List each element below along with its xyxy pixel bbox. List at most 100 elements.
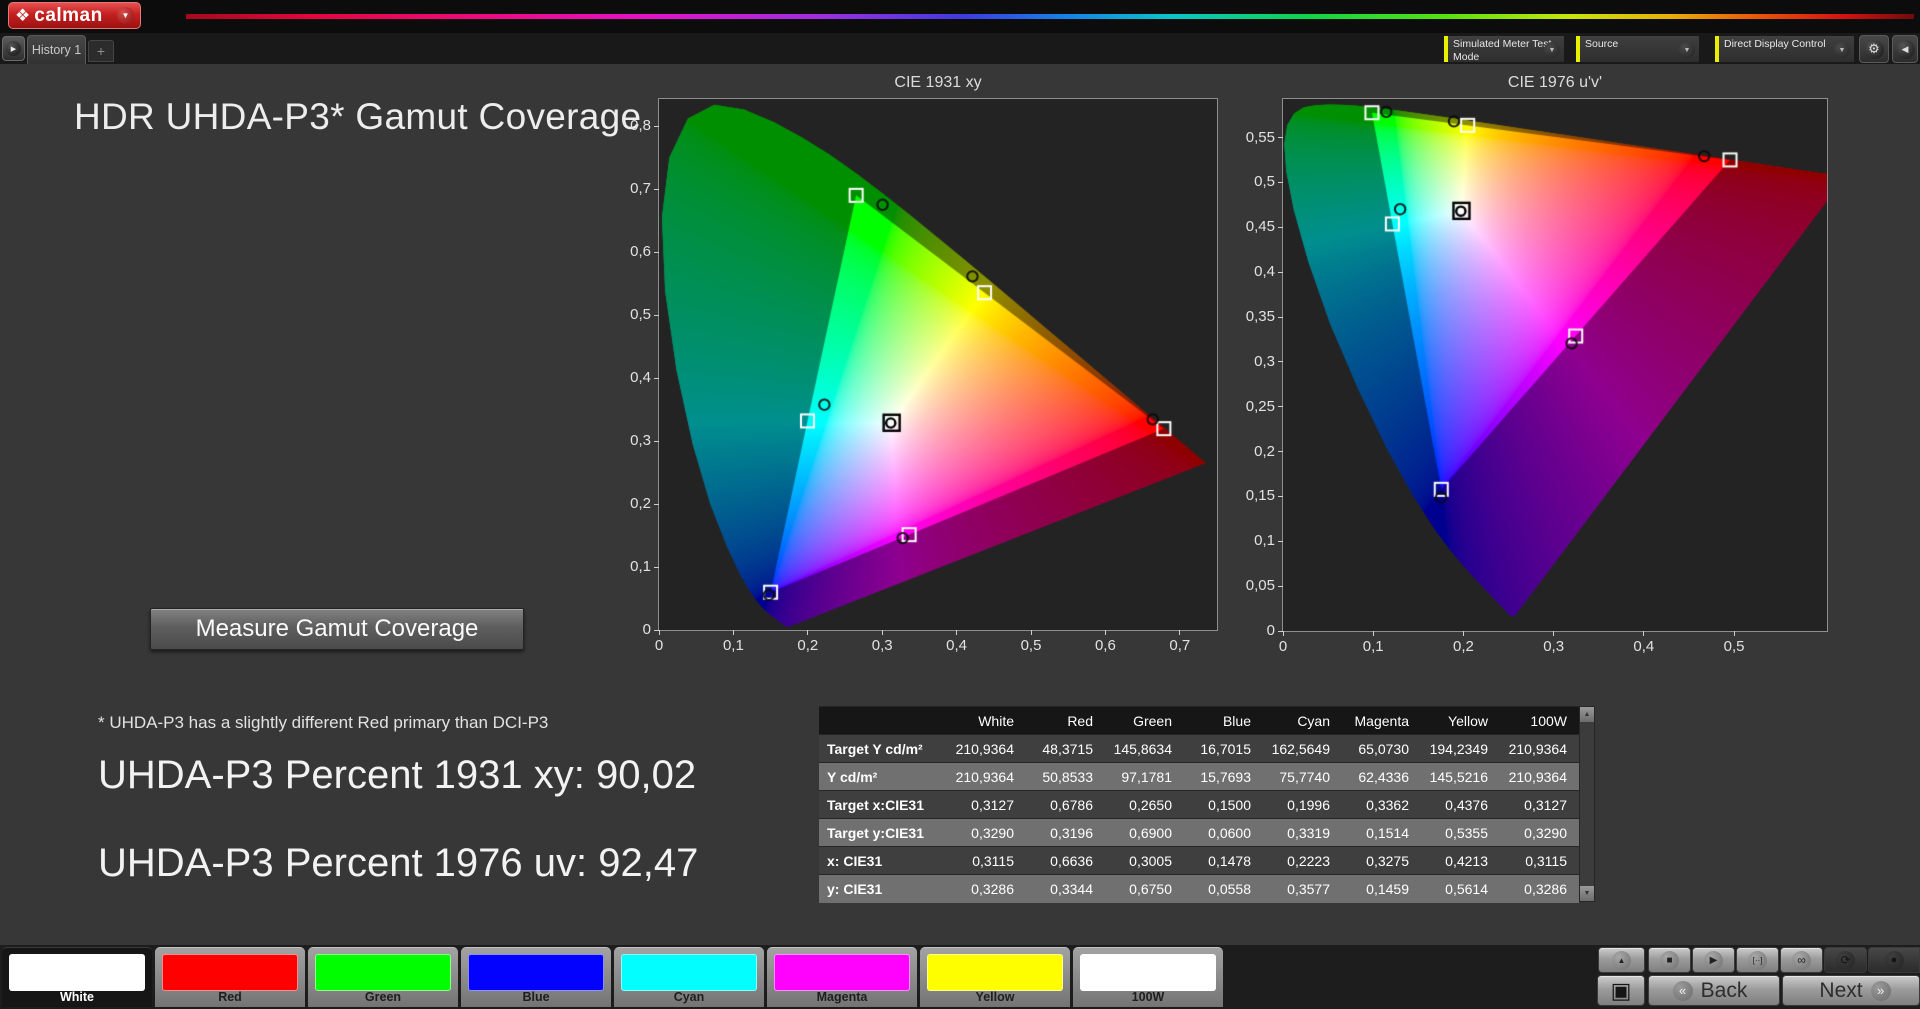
x-axis-tick-label: 0,2 — [797, 637, 819, 654]
scroll-up-button[interactable]: ▲ — [1598, 947, 1645, 973]
color-patch — [774, 954, 910, 991]
x-axis-tick-label: 0,5 — [1723, 638, 1745, 655]
table-cell: 0,3290 — [1500, 818, 1579, 847]
add-tab-button[interactable]: + — [88, 40, 114, 62]
y-axis-tick-label: 0,45 — [1245, 218, 1275, 236]
column-header-cyan: Cyan — [1263, 706, 1342, 735]
x-axis-tick — [1733, 631, 1735, 636]
refresh-icon: ⟳ — [1836, 950, 1855, 970]
y-axis-tick-label: 0,2 — [630, 495, 651, 513]
table-cell: 0,4376 — [1421, 790, 1500, 819]
swatch-tab-cyan[interactable]: Cyan — [614, 947, 764, 1007]
x-axis-tick-label: 0 — [654, 637, 664, 654]
swatch-tab-white[interactable]: White — [2, 947, 152, 1007]
table-cell: 0,1514 — [1342, 818, 1421, 847]
row-label: Y cd/m² — [819, 762, 947, 791]
cie-1931-xy-diagram: 0 0,1 0,2 0,3 0,4 0,5 0,6 0,7 0 0,1 0,2 0,3 0,4 0,5 0,… — [630, 98, 1218, 654]
logo-menu-chevron-icon[interactable]: ▼ — [117, 7, 134, 24]
y-axis-tick — [654, 503, 659, 505]
next-button[interactable]: Next » — [1782, 975, 1920, 1006]
collapse-panel-button[interactable]: ◀ — [1892, 35, 1918, 63]
color-patch — [162, 954, 298, 991]
x-axis-tick-label: 0,4 — [1633, 638, 1655, 655]
swatch-tab-100w[interactable]: 100W — [1073, 947, 1223, 1007]
record-icon: ● — [1884, 950, 1904, 970]
continuous-measure-button[interactable]: ∞ — [1780, 947, 1823, 973]
infinity-icon: ∞ — [1792, 950, 1811, 970]
table-cell: 0,6786 — [1026, 790, 1105, 819]
tab-history-1[interactable]: History 1 — [27, 35, 86, 64]
single-read-button[interactable]: [··] — [1736, 947, 1779, 973]
y-axis-tick — [1278, 451, 1283, 453]
calman-logo-button[interactable]: ❖ calman ▼ — [8, 2, 141, 29]
table-cell: 0,2650 — [1105, 790, 1184, 819]
gamut-results-table: White Red Green Blue Cyan Magenta Yellow 100W T… — [819, 706, 1579, 903]
column-header-green: Green — [1105, 706, 1184, 735]
table-cell: 0,3577 — [1263, 874, 1342, 903]
pattern-window-button[interactable]: ▣ — [1597, 975, 1645, 1006]
table-cell: 210,9364 — [947, 762, 1026, 791]
table-cell: 0,5355 — [1421, 818, 1500, 847]
table-scrollbar[interactable]: ▲ ▼ — [1579, 706, 1595, 902]
table-cell: 210,9364 — [947, 734, 1026, 763]
swatch-tab-blue[interactable]: Blue — [461, 947, 611, 1007]
row-label: y: CIE31 — [819, 874, 947, 903]
scrollbar-up-button[interactable]: ▲ — [1580, 707, 1594, 722]
swatch-label: White — [59, 990, 95, 1004]
table-cell: 0,6636 — [1026, 846, 1105, 875]
back-button[interactable]: « Back — [1648, 975, 1780, 1006]
x-axis-tick-label: 0,1 — [722, 637, 744, 654]
swatch-label: Yellow — [975, 990, 1015, 1004]
percent-1931-readout: UHDA-P3 Percent 1931 xy: 90,02 — [98, 753, 697, 797]
row-label: x: CIE31 — [819, 846, 947, 875]
x-axis-tick — [1643, 631, 1645, 636]
y-axis-tick — [654, 629, 659, 631]
y-axis-tick-label: 0,15 — [1245, 487, 1275, 505]
x-axis-tick-label: 0,2 — [1452, 638, 1474, 655]
stop-button[interactable]: ■ — [1648, 947, 1691, 973]
measure-gamut-coverage-button[interactable]: Measure Gamut Coverage — [150, 608, 524, 650]
y-axis-tick-label: 0,2 — [1254, 442, 1275, 460]
swatch-tab-magenta[interactable]: Magenta — [767, 947, 917, 1007]
table-cell: 0,3196 — [1026, 818, 1105, 847]
x-axis-tick — [1372, 631, 1374, 636]
dropdown-accent-bar — [1444, 36, 1448, 62]
app-window: ❖ calman ▼ ▶ History 1 + Simulated Meter… — [0, 0, 1920, 1009]
swatch-tab-green[interactable]: Green — [308, 947, 458, 1007]
x-axis-tick-label: 0,3 — [871, 637, 893, 654]
y-axis-tick — [1278, 495, 1283, 497]
x-axis-tick — [732, 630, 734, 635]
y-axis-tick-label: 0,3 — [630, 432, 651, 450]
up-arrow-icon: ▲ — [1612, 950, 1631, 970]
tab-scroll-button[interactable]: ▶ — [2, 36, 25, 61]
y-axis-tick-label: 0,05 — [1245, 577, 1275, 595]
x-axis-tick-label: 0,5 — [1020, 637, 1042, 654]
table-cell: 0,3127 — [947, 790, 1026, 819]
direct-display-control-dropdown[interactable]: Direct Display Control ▼ — [1714, 35, 1855, 63]
row-label: Target x:CIE31 — [819, 790, 947, 819]
source-dropdown[interactable]: Source ▼ — [1575, 35, 1700, 63]
dropdown-accent-bar — [1576, 36, 1580, 62]
table-cell: 0,3344 — [1026, 874, 1105, 903]
y-axis-tick-label: 0 — [642, 621, 651, 638]
table-cell: 0,1996 — [1263, 790, 1342, 819]
main-content: HDR UHDA-P3* Gamut Coverage CIE 1931 xy … — [0, 64, 1920, 945]
x-axis-tick — [881, 630, 883, 635]
swatch-label: Cyan — [673, 990, 705, 1004]
column-header-blue: Blue — [1184, 706, 1263, 735]
scrollbar-down-button[interactable]: ▼ — [1580, 886, 1594, 901]
refresh-button[interactable]: ⟳ — [1824, 947, 1867, 973]
record-button[interactable]: ● — [1868, 947, 1920, 973]
x-axis-tick — [956, 630, 958, 635]
settings-gear-button[interactable]: ⚙ — [1859, 35, 1889, 63]
swatch-tab-red[interactable]: Red — [155, 947, 305, 1007]
swatch-tab-yellow[interactable]: Yellow — [920, 947, 1070, 1007]
next-chevron-icon: » — [1870, 980, 1891, 1001]
play-button[interactable]: ▶ — [1692, 947, 1735, 973]
swatch-label: Red — [218, 990, 242, 1004]
y-axis-tick-label: 0,6 — [630, 243, 651, 261]
table-cell: 0,5614 — [1421, 874, 1500, 903]
simulated-meter-dropdown[interactable]: Simulated Meter Test Mode ▼ — [1443, 35, 1565, 63]
column-header-magenta: Magenta — [1342, 706, 1421, 735]
table-row: Target Y cd/m² 210,9364 48,3715 145,8634 16,… — [819, 734, 1579, 763]
